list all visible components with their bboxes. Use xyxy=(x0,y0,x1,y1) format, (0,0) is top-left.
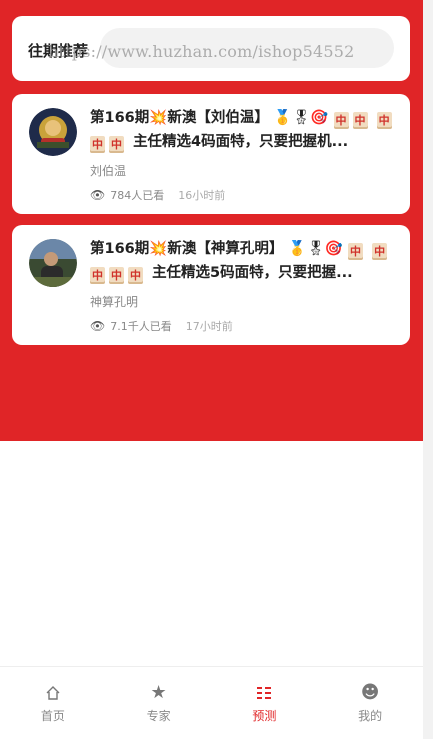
mahjong-tile-icon: 中 xyxy=(376,112,392,129)
tab-experts[interactable]: ★ 专家 xyxy=(106,667,212,740)
author-avatar[interactable] xyxy=(29,108,77,156)
tab-home[interactable]: 首页 xyxy=(0,667,106,740)
mahjong-tile-icon: 中 xyxy=(90,136,105,153)
home-icon xyxy=(0,681,106,705)
star-icon: ★ xyxy=(150,682,167,703)
author-name: 神算孔明 xyxy=(90,295,139,309)
tab-profile[interactable]: ☻ 我的 xyxy=(317,667,423,740)
view-count: 784人已看 xyxy=(110,189,165,202)
mahjong-tile-icon: 中 xyxy=(109,136,124,153)
post-time: 17小时前 xyxy=(185,320,233,333)
post-time: 16小时前 xyxy=(178,189,226,202)
search-input[interactable] xyxy=(100,28,394,68)
mahjong-tile-icon: 中 xyxy=(128,267,143,284)
mahjong-tile-icon: 中 xyxy=(348,243,363,260)
smile-icon: ☻ xyxy=(360,682,380,703)
eye-icon: 👁 xyxy=(90,188,106,202)
bottom-tab-bar: 首页 ★ 专家 预测 ☻ 我的 xyxy=(0,666,423,740)
scrollbar[interactable] xyxy=(423,0,433,739)
history-filter-card: 往期推荐 https://www.huzhan.com/ishop54552 xyxy=(12,16,410,81)
eye-icon: 👁 xyxy=(90,319,106,333)
author-name: 刘伯温 xyxy=(90,164,127,178)
post-card[interactable]: 第166期💥新澳【刘伯温】 🥇🎖🎯 中中 中中中 主任精选4码面特，只要把握机.… xyxy=(12,94,410,214)
mahjong-tile-icon: 中 xyxy=(372,243,388,260)
mahjong-tile-icon: 中 xyxy=(333,112,349,129)
post-meta: 👁 784人已看 16小时前 xyxy=(90,187,396,203)
list-icon xyxy=(212,681,318,705)
mahjong-tile-icon: 中 xyxy=(90,267,105,284)
view-count: 7.1千人已看 xyxy=(110,320,172,333)
history-label: 往期推荐 xyxy=(28,42,89,60)
post-title[interactable]: 第166期💥新澳【刘伯温】 🥇🎖🎯 中中 中中中 主任精选4码面特，只要把握机.… xyxy=(90,106,396,154)
post-meta: 👁 7.1千人已看 17小时前 xyxy=(90,318,396,334)
mahjong-tile-icon: 中 xyxy=(109,267,124,284)
tab-predictions[interactable]: 预测 xyxy=(212,667,318,740)
post-title[interactable]: 第166期💥新澳【神算孔明】 🥇🎖🎯 中 中中中中 主任精选5码面特，只要把握.… xyxy=(90,237,396,285)
mahjong-tile-icon: 中 xyxy=(352,112,368,129)
post-card[interactable]: 第166期💥新澳【神算孔明】 🥇🎖🎯 中 中中中中 主任精选5码面特，只要把握.… xyxy=(12,225,410,345)
author-avatar[interactable] xyxy=(29,239,77,287)
